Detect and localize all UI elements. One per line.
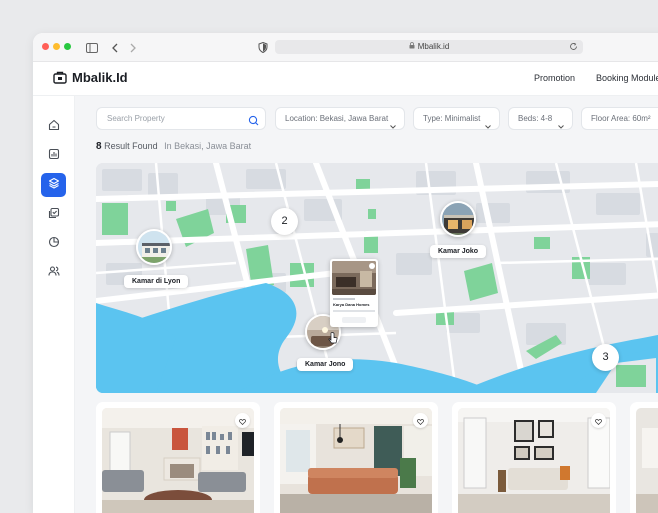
type-filter[interactable]: Type: Minimalist [413,107,500,130]
address-bar[interactable]: Mbalik.id [275,40,583,54]
heart-icon [417,412,424,430]
chevron-down-icon [390,116,396,129]
sidebar-item-tasks[interactable] [41,203,66,227]
beds-filter[interactable]: Beds: 4-8 [508,107,573,130]
property-pin-photo[interactable] [440,201,476,237]
property-photo [280,408,432,513]
pie-chart-icon [48,235,60,253]
property-pin-photo[interactable] [136,229,172,265]
property-card[interactable] [452,402,616,513]
browser-toolbar: Mbalik.id [33,33,658,62]
logo-icon [53,71,67,89]
map-cluster[interactable]: 3 [592,344,619,371]
location-filter-label: Location: Bekasi, Jawa Barat [285,114,389,123]
forward-arrow-icon[interactable] [129,40,137,58]
property-photo [102,408,254,513]
chevron-down-icon [558,116,564,129]
sidebar-item-reports[interactable] [41,144,66,168]
sidebar-item-analytics[interactable] [41,232,66,256]
map-pin-label[interactable]: Kamar Jono [297,358,354,371]
map-pin-label[interactable]: Kamar di Lyon [124,275,189,288]
home-icon [48,118,60,136]
shield-icon[interactable] [258,40,268,58]
back-arrow-icon[interactable] [111,40,119,58]
result-location: In Bekasi, Jawa Barat [164,141,252,151]
popup-title: Karya Dana Homes [333,302,370,307]
brand-name[interactable]: Mbalik.Id [72,70,128,85]
chevron-down-icon [485,116,491,129]
sidebar-item-properties[interactable] [41,173,66,197]
property-card[interactable] [96,402,260,513]
map-property-popup[interactable]: Karya Dana Homes [330,259,378,327]
type-filter-label: Type: Minimalist [423,114,481,123]
browser-window: Mbalik.id Mbalik.Id Promotion Booking Mo… [33,33,658,513]
close-window-button[interactable] [42,43,49,50]
floor-area-filter-label: Floor Area: 60m² [591,114,651,123]
favorite-button[interactable] [413,413,428,428]
checklist-icon [48,206,60,224]
nav-promotion[interactable]: Promotion [534,73,575,83]
map-pin-label[interactable]: Kamar Joko [430,245,487,258]
popup-text-line [333,310,375,312]
url-text: Mbalik.id [417,42,450,52]
floor-area-filter[interactable]: Floor Area: 60m² [581,107,658,130]
location-filter[interactable]: Location: Bekasi, Jawa Barat [275,107,405,130]
app-header: Mbalik.Id Promotion Booking Module [33,62,658,96]
heart-icon[interactable] [369,263,375,269]
results-summary: 8 Result Found In Bekasi, Jawa Barat [96,141,251,152]
popup-button[interactable] [342,317,366,323]
sidebar-item-users[interactable] [41,261,66,285]
property-card[interactable] [274,402,438,513]
main-content: Location: Bekasi, Jawa Barat Type: Minim… [75,96,658,513]
property-photo [636,408,658,513]
property-photo [458,408,610,513]
nav-booking-module[interactable]: Booking Module [596,73,658,83]
users-icon [47,264,60,282]
popup-text-line [333,298,355,300]
search-icon[interactable] [248,113,259,131]
chart-icon [48,147,60,165]
map-cluster[interactable]: 2 [271,208,298,235]
search-input[interactable] [105,113,239,124]
layers-icon [48,176,60,194]
property-card[interactable] [630,402,658,513]
maximize-window-button[interactable] [64,43,71,50]
property-map[interactable]: Kamar di Lyon Kamar Joko Kamar Jono 2 3 … [96,163,658,393]
result-count: 8 [96,141,102,152]
lock-icon [409,40,415,54]
cursor-icon [328,331,338,349]
sidebar-toggle-icon[interactable] [86,40,98,58]
heart-icon [239,412,246,430]
sidebar-item-home[interactable] [41,115,66,139]
favorite-button[interactable] [591,413,606,428]
favorite-button[interactable] [235,413,250,428]
search-box[interactable] [96,107,266,130]
sidebar [33,96,75,513]
result-label: Result Found [104,141,158,151]
beds-filter-label: Beds: 4-8 [518,114,553,123]
minimize-window-button[interactable] [53,43,60,50]
reload-icon[interactable] [569,42,578,56]
heart-icon [595,412,602,430]
